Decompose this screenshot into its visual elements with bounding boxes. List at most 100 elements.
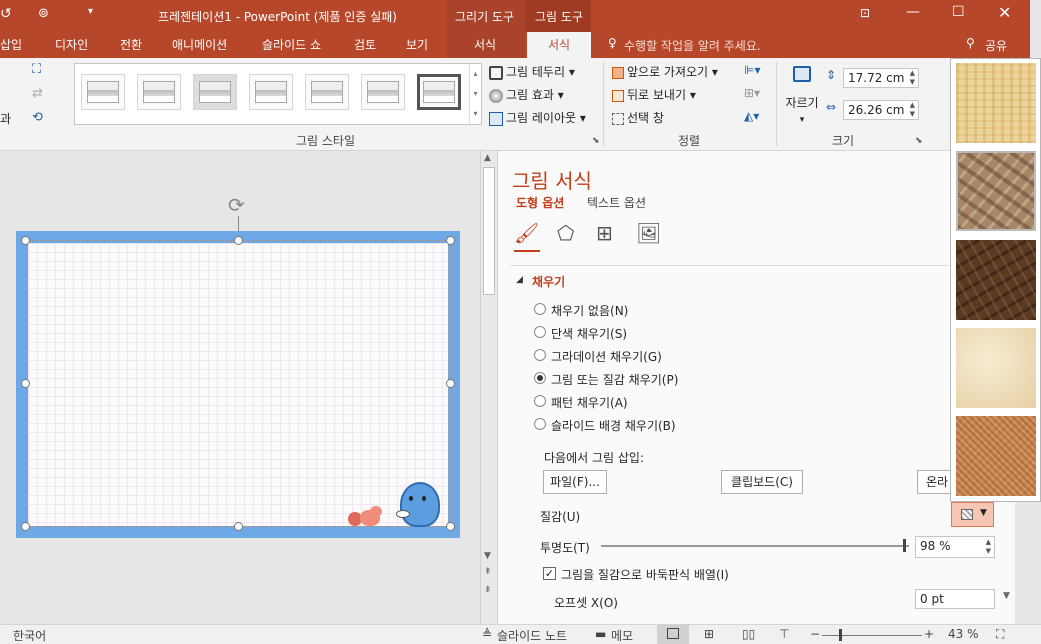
tab-animations[interactable]: 애니메이션 [172, 36, 227, 53]
transparency-slider-track[interactable] [601, 545, 909, 547]
size-launcher-icon[interactable]: ⬊ [915, 136, 923, 146]
language-indicator[interactable]: 한국어 [13, 627, 46, 644]
compress-icon[interactable]: ⛶ [32, 62, 41, 77]
tab-transitions[interactable]: 전환 [120, 36, 142, 53]
fill-picture-texture-label[interactable]: 그림 또는 질감 채우기(P) [551, 371, 678, 388]
ribbon-display-icon[interactable]: ⊡ [860, 6, 870, 20]
picture-styles-gallery[interactable]: ▴ ▾ ▾ [74, 63, 482, 125]
fill-slide-background-radio[interactable] [534, 418, 546, 430]
minimize-icon[interactable]: — [906, 4, 920, 20]
customize-toolbar-icon[interactable]: ▾ [88, 6, 93, 17]
slide-sorter-icon[interactable]: ⊞ [704, 627, 714, 641]
width-spinner-icon[interactable]: ▲ ▼ [910, 101, 915, 119]
fill-solid-label[interactable]: 단색 채우기(S) [551, 325, 627, 342]
picture-style-4[interactable] [249, 74, 293, 110]
picture-layout-button[interactable]: 그림 레이아웃 ▾ [489, 109, 586, 126]
zoom-out-icon[interactable]: − [810, 627, 820, 641]
texture-brown-paper-bag[interactable] [956, 151, 1036, 231]
tile-label[interactable]: 그림을 질감으로 바둑판식 배열(I) [561, 566, 729, 583]
fill-pattern-radio[interactable] [534, 395, 546, 407]
transparency-spinner-icon[interactable]: ▲ ▼ [986, 538, 991, 556]
resize-handle-sw[interactable] [21, 522, 30, 531]
resize-handle-e[interactable] [446, 379, 455, 388]
picture-style-2[interactable] [137, 74, 181, 110]
normal-view-button[interactable] [657, 625, 689, 644]
offset-x-field[interactable]: 0 pt [915, 589, 995, 609]
resize-handle-n[interactable] [234, 236, 243, 245]
picture-style-5[interactable] [305, 74, 349, 110]
align-icon[interactable]: ⊫▾ [744, 63, 760, 77]
texture-papyrus[interactable] [956, 63, 1036, 143]
fill-none-label[interactable]: 채우기 없음(N) [551, 302, 628, 319]
texture-cork[interactable] [956, 416, 1036, 496]
pane-scroll-down-icon[interactable]: ▼ [1003, 591, 1010, 601]
fill-section-header[interactable]: 채우기 [532, 273, 565, 290]
picture-style-7[interactable] [417, 74, 461, 110]
fit-to-window-icon[interactable]: ⛶ [996, 627, 1004, 642]
slide-vertical-scrollbar[interactable]: ▲ ▼ ⇞ ⇟ [480, 151, 497, 624]
tell-me-box[interactable]: 수행할 작업을 알려 주세요. [624, 37, 761, 54]
fill-line-icon[interactable]: 🖌 [514, 221, 539, 245]
fill-none-radio[interactable] [534, 303, 546, 315]
texture-gallery-dropdown[interactable] [950, 58, 1041, 502]
bring-forward-button[interactable]: 앞으로 가져오기 ▾ [612, 63, 718, 80]
tab-shape-options[interactable]: 도형 옵션 [516, 194, 564, 211]
fill-solid-radio[interactable] [534, 326, 546, 338]
picture-style-1[interactable] [81, 74, 125, 110]
group-objects-icon[interactable]: ⊞▾ [744, 86, 760, 100]
maximize-icon[interactable]: ☐ [952, 4, 965, 20]
picture-style-3[interactable] [193, 74, 237, 110]
reading-view-icon[interactable]: ▯▯ [742, 627, 755, 641]
close-icon[interactable]: ✕ [998, 3, 1011, 22]
height-spinner-icon[interactable]: ▲ ▼ [910, 69, 915, 87]
scroll-up-icon[interactable]: ▲ [484, 153, 491, 163]
ribbon-left-cut-label[interactable]: 과 [0, 110, 11, 127]
rotate-handle-icon[interactable]: ⟳ [228, 193, 245, 217]
size-properties-icon[interactable]: ⊞ [596, 221, 613, 245]
tab-view[interactable]: 보기 [406, 36, 428, 53]
picture-icon[interactable]: 🖼 [636, 221, 661, 245]
tab-review[interactable]: 검토 [354, 36, 376, 53]
scroll-thumb[interactable] [483, 167, 495, 295]
fill-picture-texture-radio[interactable] [534, 372, 546, 384]
clipboard-button[interactable]: 클립보드(C) [721, 470, 803, 494]
file-button[interactable]: 파일(F)... [543, 470, 607, 494]
zoom-slider-thumb[interactable] [839, 629, 842, 641]
selection-pane-button[interactable]: 선택 창 [612, 109, 664, 126]
width-field[interactable]: 26.26 cm ▲ ▼ [843, 100, 919, 120]
height-field[interactable]: 17.72 cm ▲ ▼ [843, 68, 919, 88]
previous-slide-icon[interactable]: ⇞ [484, 567, 492, 577]
send-backward-button[interactable]: 뒤로 보내기 ▾ [612, 86, 696, 103]
tab-slideshow[interactable]: 슬라이드 쇼 [262, 36, 321, 53]
fill-slide-background-label[interactable]: 슬라이드 배경 채우기(B) [551, 417, 676, 434]
next-slide-icon[interactable]: ⇟ [484, 585, 492, 595]
effects-icon[interactable]: ⬠ [557, 221, 574, 245]
crop-button[interactable]: 자르기 ▾ [784, 64, 820, 126]
resize-handle-se[interactable] [446, 522, 455, 531]
tab-text-options[interactable]: 텍스트 옵션 [587, 194, 646, 211]
picture-style-6[interactable] [361, 74, 405, 110]
transparency-slider-thumb[interactable] [903, 539, 906, 552]
transparency-field[interactable]: 98 % ▲ ▼ [915, 536, 995, 558]
gallery-scrollbar[interactable]: ▴ ▾ ▾ [469, 64, 481, 124]
slideshow-icon[interactable]: ⊤ [779, 627, 789, 641]
tab-drawing-format[interactable]: 서식 [474, 36, 496, 53]
tile-checkbox[interactable]: ✓ [543, 567, 556, 580]
texture-picker-button[interactable]: ▼ [951, 502, 994, 527]
fill-gradient-label[interactable]: 그라데이션 채우기(G) [551, 348, 662, 365]
notes-button[interactable]: 슬라이드 노트 [497, 627, 567, 644]
resize-handle-nw[interactable] [21, 236, 30, 245]
present-from-start-icon[interactable]: ⊚ [38, 6, 49, 21]
reset-picture-icon[interactable]: ⟲ [32, 110, 43, 125]
resize-handle-ne[interactable] [446, 236, 455, 245]
tab-design[interactable]: 디자인 [55, 36, 88, 53]
resize-handle-w[interactable] [21, 379, 30, 388]
undo-icon[interactable]: ↺ [0, 6, 12, 22]
comments-button[interactable]: 메모 [611, 627, 633, 644]
tab-insert[interactable]: 삽입 [0, 36, 22, 53]
texture-dark-marble[interactable] [956, 240, 1036, 320]
fill-gradient-radio[interactable] [534, 349, 546, 361]
share-button[interactable]: 공유 [985, 37, 1007, 54]
texture-parchment[interactable] [956, 328, 1036, 408]
picture-effects-button[interactable]: 그림 효과 ▾ [489, 86, 564, 103]
